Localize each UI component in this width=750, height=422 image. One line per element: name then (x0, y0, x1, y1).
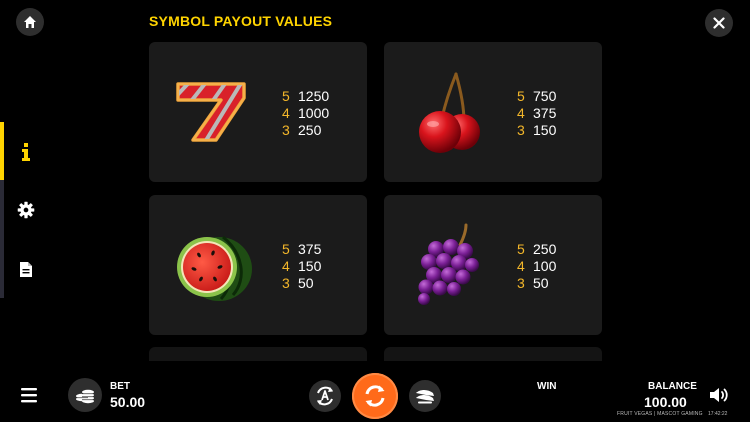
payout-count: 5 (517, 241, 525, 257)
turbo-icon (416, 390, 434, 404)
sound-button[interactable] (708, 385, 730, 405)
payout-card-grapes: 5 250 4 100 3 50 (384, 195, 602, 335)
close-icon (713, 17, 725, 29)
seven-symbol-icon (176, 82, 246, 142)
payout-row: 4 100 (517, 258, 556, 275)
payout-value: 1000 (298, 105, 330, 121)
payout-row: 3 50 (517, 275, 556, 292)
payout-value: 50 (298, 275, 314, 291)
payout-row: 5 750 (517, 88, 556, 105)
home-icon (24, 16, 36, 28)
payout-count: 3 (282, 122, 290, 138)
payout-count: 3 (517, 122, 525, 138)
payout-value: 250 (298, 122, 322, 138)
payout-value: 375 (298, 241, 322, 257)
win-label: WIN (537, 381, 557, 392)
side-menu-active-indicator (0, 122, 4, 180)
payout-value: 750 (533, 88, 557, 104)
payout-count: 5 (517, 88, 525, 104)
gear-icon (17, 201, 35, 219)
payout-count: 4 (282, 258, 290, 274)
payout-count: 5 (282, 241, 290, 257)
grapes-symbol-icon (418, 223, 479, 305)
cherry-symbol-icon (419, 72, 480, 153)
speaker-icon (710, 388, 728, 402)
page-title: SYMBOL PAYOUT VALUES (149, 13, 333, 29)
payout-value: 50 (533, 275, 549, 291)
payout-count: 3 (282, 275, 290, 291)
payout-card-seven: 5 1250 4 1000 3 250 (149, 42, 367, 182)
payout-row: 4 150 (282, 258, 321, 275)
payout-table: 5 375 4 150 3 50 (282, 241, 321, 292)
payout-card-partial (149, 347, 367, 361)
menu-button[interactable] (20, 386, 40, 404)
payout-row: 5 375 (282, 241, 321, 258)
payout-count: 4 (282, 105, 290, 121)
game-provider-note: FRUIT VEGAS | MASCOT GAMING (617, 411, 703, 417)
payout-value: 150 (298, 258, 322, 274)
payout-row: 5 1250 (282, 88, 329, 105)
payout-value: 375 (533, 105, 557, 121)
payout-count: 5 (282, 88, 290, 104)
tab-rules[interactable] (16, 259, 36, 279)
payout-card-watermelon: 5 375 4 150 3 50 (149, 195, 367, 335)
clock: 17:42:22 (708, 411, 728, 417)
payout-table: 5 750 4 375 3 150 (517, 88, 556, 139)
payout-value: 1250 (298, 88, 330, 104)
turbo-button[interactable] (409, 380, 441, 412)
autoplay-button[interactable] (309, 380, 341, 412)
spin-icon (365, 385, 385, 407)
close-button[interactable] (705, 9, 733, 37)
bet-label: BET (110, 381, 130, 392)
tab-settings[interactable] (16, 200, 36, 220)
payout-row: 4 1000 (282, 105, 329, 122)
tab-info[interactable] (16, 142, 36, 162)
payout-count: 3 (517, 275, 525, 291)
payout-row: 4 375 (517, 105, 556, 122)
document-icon (20, 261, 32, 277)
watermelon-symbol-icon (177, 235, 252, 301)
payout-card-cherry: 5 750 4 375 3 150 (384, 42, 602, 182)
payout-count: 4 (517, 258, 525, 274)
payout-value: 150 (533, 122, 557, 138)
info-icon (22, 143, 30, 161)
hamburger-icon (21, 388, 37, 403)
payout-table: 5 250 4 100 3 50 (517, 241, 556, 292)
spin-button[interactable] (352, 373, 398, 419)
chips-icon (76, 389, 94, 404)
payout-value: 100 (533, 258, 557, 274)
payout-row: 3 50 (282, 275, 321, 292)
payout-count: 4 (517, 105, 525, 121)
balance-value: 100.00 (644, 394, 687, 410)
bet-value: 50.00 (110, 394, 146, 410)
balance-label: BALANCE (648, 381, 697, 392)
payout-row: 3 250 (282, 122, 329, 139)
home-button[interactable] (16, 8, 44, 36)
autoplay-icon (317, 386, 333, 406)
payout-table: 5 1250 4 1000 3 250 (282, 88, 329, 139)
bet-button[interactable] (68, 378, 102, 412)
payout-value: 250 (533, 241, 557, 257)
payout-row: 5 250 (517, 241, 556, 258)
payout-card-partial (384, 347, 602, 361)
payout-row: 3 150 (517, 122, 556, 139)
